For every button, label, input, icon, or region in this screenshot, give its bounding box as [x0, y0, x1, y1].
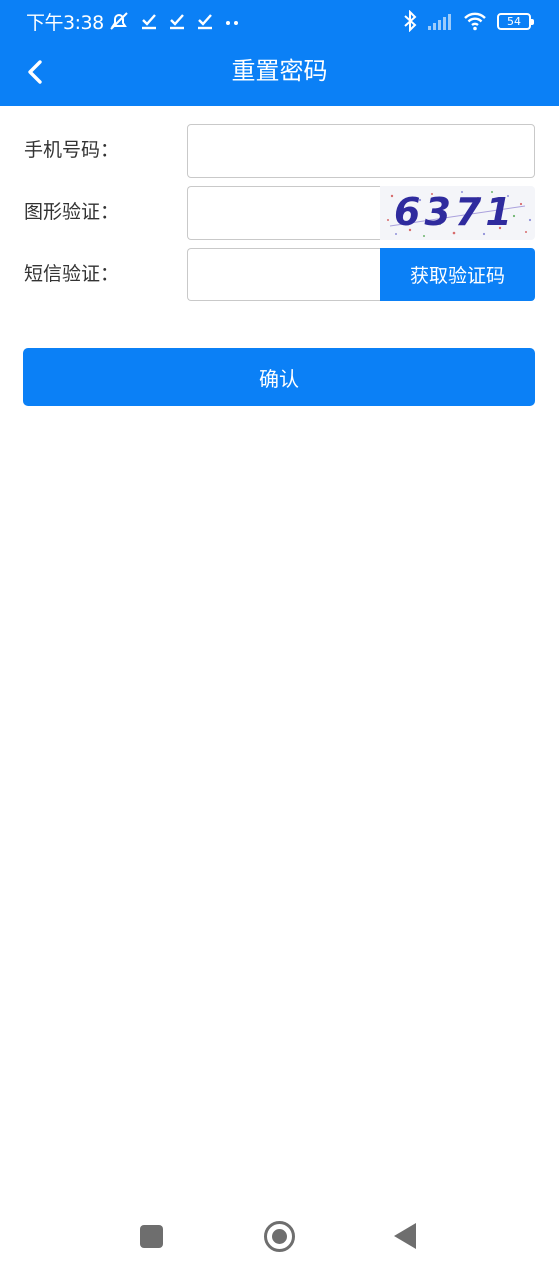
- check-icon: [142, 14, 156, 30]
- alarm-off-icon: [110, 12, 128, 30]
- status-right-icons: 54: [403, 9, 534, 33]
- app-header: 下午3:38 54 重置密码: [0, 0, 559, 106]
- page-title: 重置密码: [231, 57, 328, 85]
- status-left-icons: [108, 9, 240, 33]
- system-nav-bar: [0, 1200, 559, 1280]
- back-triangle-icon[interactable]: [394, 1223, 416, 1249]
- status-bar: 下午3:38 54: [0, 0, 559, 40]
- captcha-code: 6371: [394, 190, 516, 234]
- check-icon: [170, 14, 184, 30]
- bluetooth-icon: [404, 10, 417, 32]
- captcha-input[interactable]: [187, 186, 381, 240]
- wifi-icon: [464, 12, 486, 31]
- confirm-button[interactable]: 确认: [23, 348, 535, 406]
- captcha-image[interactable]: 6371: [380, 186, 535, 240]
- home-icon[interactable]: [264, 1221, 295, 1252]
- recent-apps-icon[interactable]: [140, 1225, 163, 1248]
- signal-icon: [428, 14, 451, 30]
- phone-label: 手机号码：: [24, 139, 120, 161]
- status-time: 下午3:38: [26, 12, 104, 34]
- sms-label: 短信验证：: [24, 263, 120, 285]
- phone-input[interactable]: [187, 124, 535, 178]
- get-sms-code-button[interactable]: 获取验证码: [380, 248, 535, 301]
- sms-code-input[interactable]: [187, 248, 381, 301]
- captcha-label: 图形验证：: [24, 201, 120, 223]
- battery-icon: 54: [497, 12, 534, 30]
- check-icon: [198, 14, 212, 30]
- more-dots-icon: [226, 21, 238, 25]
